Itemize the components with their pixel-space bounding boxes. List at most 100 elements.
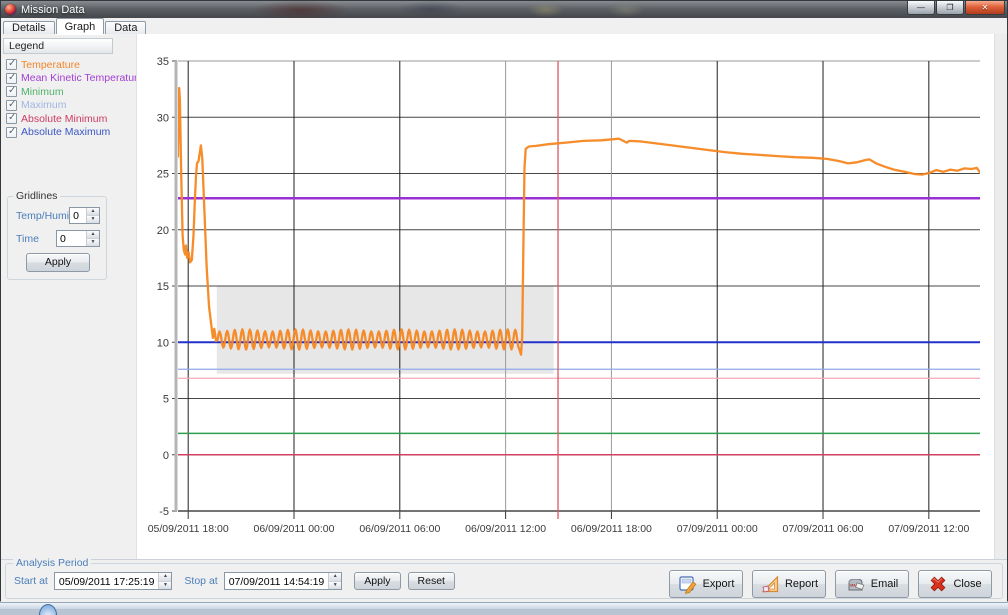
spinner-down-icon[interactable]: ▼ [87, 239, 99, 246]
close-icon [928, 574, 948, 594]
chart-svg[interactable]: 35 30 25 20 15 10 5 0 -5 05/09/2011 18:00 06/09/20… [137, 34, 1008, 559]
minimize-button[interactable]: — [907, 1, 935, 15]
email-icon: MAIL [846, 574, 866, 594]
legend-item-absolute-maximum: Absolute Maximum [6, 126, 113, 140]
x-tick-label: 06/09/2011 18:00 [571, 523, 652, 535]
time-spinner[interactable]: 0 ▲▼ [56, 230, 100, 247]
report-button[interactable]: Report [752, 570, 826, 598]
minimize-icon: — [917, 4, 925, 12]
app-window: Mission Data — ❐ ✕ Details Graph Data Le… [0, 0, 1008, 601]
gridlines-panel: Gridlines Temp/Humi 0 ▲▼ Time 0 ▲▼ Apply [7, 196, 107, 280]
app-icon [5, 4, 16, 15]
bottom-bar: Analysis Period Start at 05/09/2011 17:2… [1, 559, 1007, 602]
x-tick-label: 06/09/2011 00:00 [254, 523, 335, 535]
x-tick-label: 07/09/2011 06:00 [783, 523, 864, 535]
shaded-selection-region [217, 286, 554, 374]
export-icon [678, 574, 698, 594]
legend-label: Minimum [21, 86, 64, 98]
x-tick-label: 06/09/2011 06:00 [359, 523, 440, 535]
spinner-up-icon[interactable]: ▲ [87, 231, 99, 239]
spinner-up-icon[interactable]: ▲ [329, 573, 341, 582]
y-axis-labels: 35 30 25 20 15 10 5 0 -5 [157, 56, 169, 518]
y-tick-label: 30 [157, 112, 169, 124]
y-axis-line [175, 61, 178, 511]
window-title: Mission Data [21, 4, 85, 16]
spinner-down-icon[interactable]: ▼ [87, 216, 99, 223]
y-tick-label: -5 [159, 506, 169, 518]
analysis-apply-button[interactable]: Apply [354, 572, 400, 590]
close-window-button[interactable]: ✕ [965, 1, 1005, 15]
export-label: Export [703, 578, 735, 590]
legend-item-minimum: Minimum [6, 85, 113, 99]
legend-label: Temperature [21, 59, 80, 71]
email-button[interactable]: MAIL Email [835, 570, 909, 598]
report-label: Report [785, 578, 818, 590]
close-dialog-button[interactable]: Close [918, 570, 992, 598]
taskbar-orb-icon [39, 604, 57, 615]
time-label: Time [16, 233, 39, 245]
checkbox-minimum[interactable] [6, 86, 17, 97]
legend-item-mean-kinetic-temperature: Mean Kinetic Temperature [6, 72, 113, 86]
legend-label: Absolute Minimum [21, 113, 107, 125]
start-at-field[interactable]: 05/09/2011 17:25:19 ▲▼ [54, 572, 173, 590]
legend-label: Maximum [21, 99, 67, 111]
analysis-reset-button[interactable]: Reset [408, 572, 455, 590]
stop-at-label: Stop at [184, 575, 217, 587]
gridlines-title: Gridlines [13, 190, 60, 202]
desktop-sliver [0, 602, 1008, 609]
x-tick-label: 05/09/2011 18:00 [148, 523, 229, 535]
checkbox-absolute-minimum[interactable] [6, 113, 17, 124]
checkbox-temperature[interactable] [6, 59, 17, 70]
spinner-down-icon[interactable]: ▼ [329, 582, 341, 590]
chart-right-margin [994, 34, 1007, 559]
analysis-period-panel: Analysis Period Start at 05/09/2011 17:2… [5, 563, 1003, 599]
checkbox-mean-kinetic-temperature[interactable] [6, 73, 17, 84]
y-tick-label: 10 [157, 337, 169, 349]
x-axis-labels: 05/09/2011 18:00 06/09/2011 00:00 06/09/20… [148, 523, 970, 535]
stop-at-value: 07/09/2011 14:54:19 [225, 573, 329, 589]
x-tick-label: 06/09/2011 12:00 [465, 523, 546, 535]
x-tick-label: 07/09/2011 12:00 [888, 523, 969, 535]
legend-title: Legend [3, 38, 113, 54]
start-at-value: 05/09/2011 17:25:19 [55, 573, 159, 589]
y-tick-label: 25 [157, 169, 169, 181]
tab-data[interactable]: Data [105, 21, 146, 34]
y-tick-label: 0 [163, 450, 169, 462]
legend-item-maximum: Maximum [6, 99, 113, 113]
y-tick-label: 20 [157, 225, 169, 237]
y-tick-label: 35 [157, 56, 169, 68]
close-window-icon: ✕ [982, 4, 989, 12]
sidebar: Legend Temperature Mean Kinetic Temperat… [1, 34, 136, 559]
legend-panel: Legend Temperature Mean Kinetic Temperat… [3, 38, 113, 139]
analysis-period-title: Analysis Period [13, 557, 91, 569]
temp-humi-spinner[interactable]: 0 ▲▼ [69, 207, 100, 224]
export-button[interactable]: Export [669, 570, 743, 598]
email-label: Email [871, 578, 899, 590]
checkbox-maximum[interactable] [6, 100, 17, 111]
tab-strip: Details Graph Data [1, 18, 1007, 34]
tab-graph[interactable]: Graph [56, 18, 105, 34]
spinner-up-icon[interactable]: ▲ [87, 208, 99, 216]
gridlines-apply-button[interactable]: Apply [26, 253, 90, 272]
checkbox-absolute-maximum[interactable] [6, 127, 17, 138]
temp-humi-label: Temp/Humi [16, 210, 69, 222]
y-tick-label: 15 [157, 281, 169, 293]
start-at-label: Start at [14, 575, 48, 587]
legend-item-temperature: Temperature [6, 58, 113, 72]
spinner-down-icon[interactable]: ▼ [159, 582, 171, 590]
legend-label: Absolute Maximum [21, 126, 110, 138]
time-value: 0 [57, 231, 86, 246]
restore-icon: ❐ [946, 4, 953, 12]
stop-at-field[interactable]: 07/09/2011 14:54:19 ▲▼ [224, 572, 343, 590]
y-tick-label: 5 [163, 394, 169, 406]
spinner-up-icon[interactable]: ▲ [159, 573, 171, 582]
chart-panel: 35 30 25 20 15 10 5 0 -5 05/09/2011 18:00 06/09/20… [136, 34, 1007, 559]
tab-details[interactable]: Details [3, 21, 55, 34]
titlebar: Mission Data — ❐ ✕ [1, 1, 1007, 18]
maximize-button[interactable]: ❐ [936, 1, 964, 15]
temp-humi-value: 0 [70, 208, 86, 223]
legend-label: Mean Kinetic Temperature [21, 72, 143, 84]
x-tick-label: 07/09/2011 00:00 [677, 523, 758, 535]
report-icon [760, 574, 780, 594]
close-label: Close [953, 578, 981, 590]
